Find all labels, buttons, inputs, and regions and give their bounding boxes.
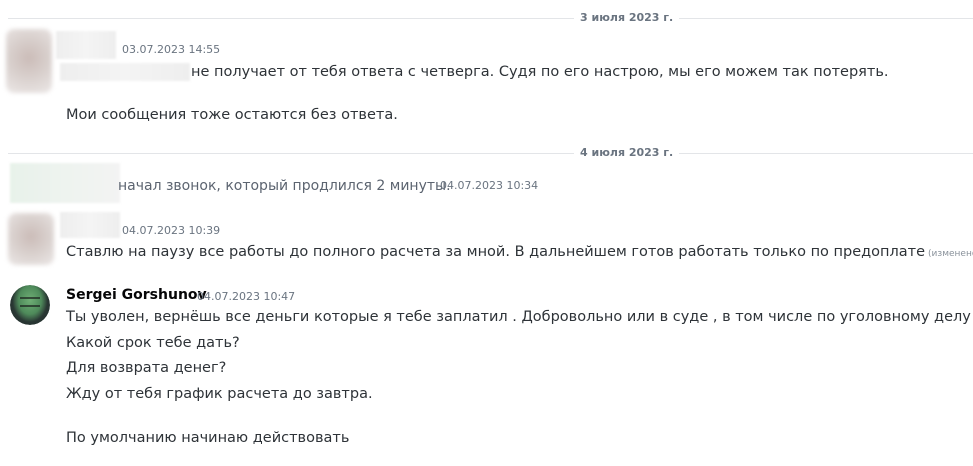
avatar[interactable] — [6, 29, 52, 93]
avatar[interactable] — [10, 285, 50, 325]
mention-redacted[interactable] — [60, 63, 190, 81]
avatar-image — [10, 285, 50, 325]
message-text-content: Ставлю на паузу все работы до полного ра… — [66, 244, 926, 260]
avatar[interactable] — [8, 213, 54, 265]
date-divider-label: 3 июля 2023 г. — [574, 11, 680, 25]
message-text: Мои сообщения тоже остаются без ответа. — [66, 107, 398, 123]
date-divider — [8, 18, 973, 19]
date-divider-label: 4 июля 2023 г. — [574, 146, 680, 160]
message-text: Ставлю на паузу все работы до полного ра… — [66, 242, 973, 264]
call-timestamp: 04.07.2023 10:34 — [440, 179, 539, 192]
message-text: Жду от тебя график расчета до завтра. — [66, 386, 373, 402]
username[interactable]: Sergei Gorshunov — [66, 286, 207, 304]
date-divider — [8, 153, 973, 154]
call-user-redacted[interactable] — [10, 163, 120, 203]
message-timestamp: 03.07.2023 14:55 — [122, 43, 221, 56]
message-text: По умолчанию начинаю действовать — [66, 430, 350, 446]
message-timestamp: 04.07.2023 10:47 — [197, 290, 296, 303]
edited-label: (изменено) — [928, 249, 973, 259]
message-text: Для возврата денег? — [66, 360, 227, 376]
username-redacted[interactable] — [60, 212, 120, 238]
message-text: Ты уволен, вернёшь все деньги которые я … — [66, 309, 971, 325]
call-system-message: начал звонок, который продлился 2 минуты… — [118, 178, 451, 194]
username-redacted[interactable] — [56, 31, 116, 59]
message-text: Какой срок тебе дать? — [66, 335, 240, 351]
message-text: не получает от тебя ответа с четверга. С… — [191, 64, 889, 80]
message-timestamp: 04.07.2023 10:39 — [122, 224, 221, 237]
